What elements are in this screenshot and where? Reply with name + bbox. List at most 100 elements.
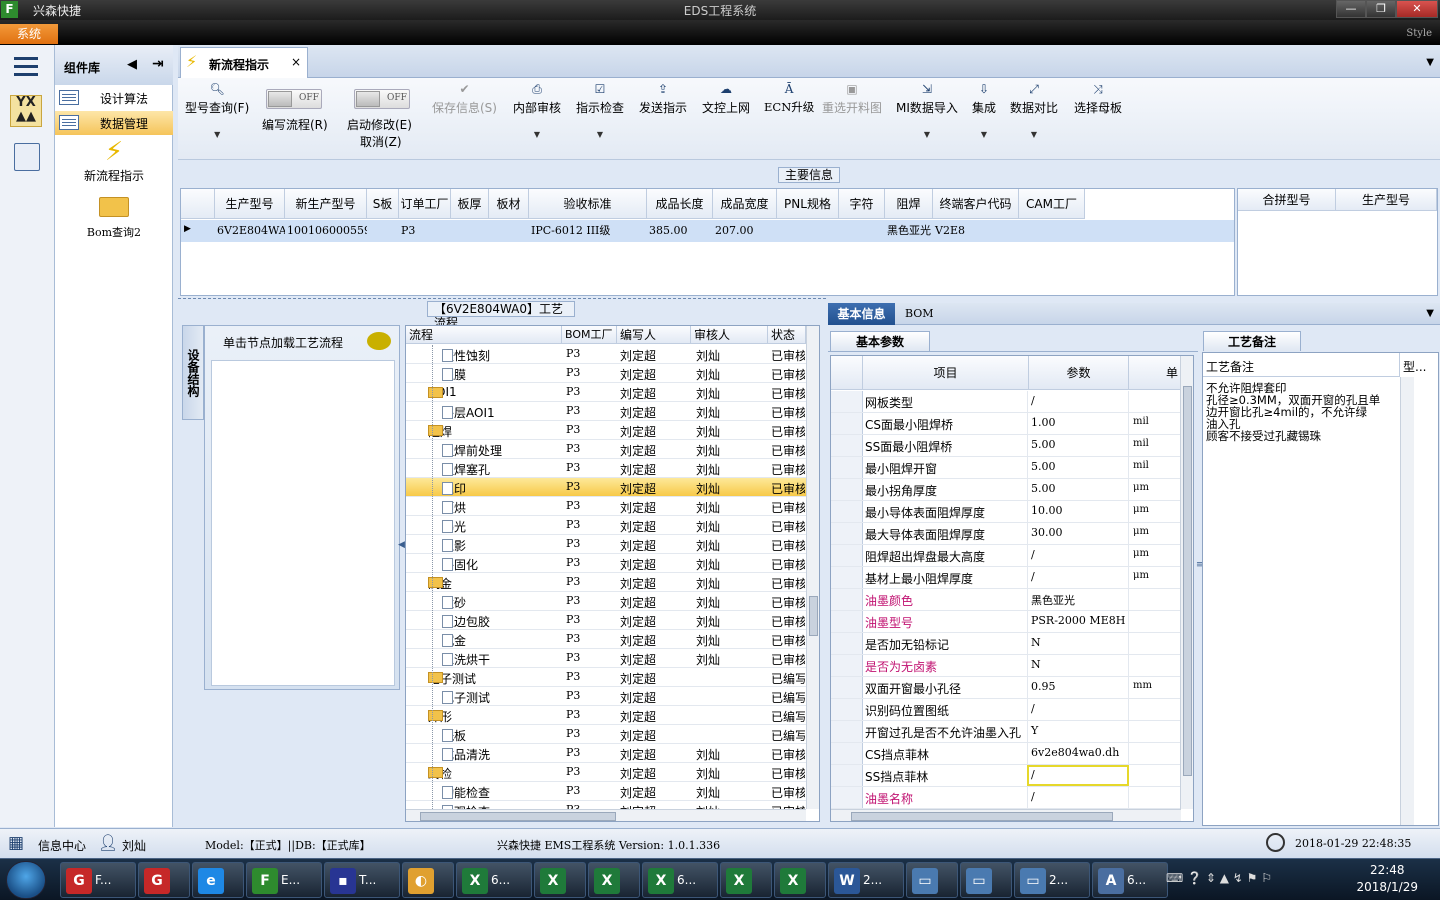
internal-review-button[interactable]: ⎙ 内部审核 ▼ bbox=[513, 82, 561, 139]
taskbar-item[interactable]: ▭ bbox=[960, 862, 1012, 898]
col-header-status[interactable]: 状态 bbox=[768, 326, 806, 344]
param-row[interactable]: 开窗过孔是否不允许油墨入孔 Y bbox=[831, 721, 1181, 743]
param-row[interactable]: 油墨型号 PSR-2000 ME8H bbox=[831, 611, 1181, 633]
col-header-s-board[interactable]: S板 bbox=[367, 189, 399, 219]
tab-basic-params[interactable]: 基本参数 bbox=[830, 331, 930, 351]
windows-start-icon[interactable] bbox=[6, 861, 46, 899]
tab-list-dropdown-icon[interactable]: ▼ bbox=[1426, 57, 1434, 68]
col-header-end-customer-code[interactable]: 终端客户代码 bbox=[933, 189, 1019, 219]
comp-item-bom-query[interactable]: Bom查询2 bbox=[55, 195, 173, 241]
taskbar-item[interactable]: X bbox=[774, 862, 826, 898]
table-row[interactable]: 显影 P3 刘定超 刘灿 已审核 bbox=[406, 535, 806, 554]
table-row[interactable]: 丝印 P3 刘定超 刘灿 已审核 bbox=[406, 478, 806, 497]
tree-group-row[interactable]: −外形P3刘定超已编写 bbox=[406, 706, 806, 725]
tab-list-dropdown-icon[interactable]: ▼ bbox=[1426, 308, 1434, 319]
param-value-cell[interactable] bbox=[1027, 699, 1129, 720]
table-row[interactable]: 退膜 P3 刘定超 刘灿 已审核 bbox=[406, 364, 806, 383]
cell-board-material[interactable] bbox=[489, 220, 529, 242]
cell-thickness[interactable] bbox=[451, 220, 489, 242]
doc-upload-button[interactable]: ☁ 文控上网 bbox=[702, 82, 750, 116]
col-header-finished-length[interactable]: 成品长度 bbox=[647, 189, 713, 219]
send-instruction-button[interactable]: ⇪ 发送指示 bbox=[639, 82, 687, 116]
hamburger-menu-icon[interactable] bbox=[14, 57, 38, 77]
table-row[interactable]: 终固化 P3 刘定超 刘灿 已审核 bbox=[406, 554, 806, 573]
cell-new-production-model[interactable]: 10010600055989 bbox=[285, 220, 367, 242]
col-header-acceptance-standard[interactable]: 验收标准 bbox=[529, 189, 647, 219]
tab-bom[interactable]: BOM bbox=[905, 307, 934, 320]
param-value-cell[interactable] bbox=[1027, 391, 1129, 412]
param-row[interactable]: 识别码位置图纸 / bbox=[831, 699, 1181, 721]
col-header-order-factory[interactable]: 订单工厂 bbox=[399, 189, 451, 219]
collapse-splitter-icon[interactable]: ◀ bbox=[398, 540, 405, 610]
style-label[interactable]: Style bbox=[1406, 28, 1432, 39]
chevron-down-icon[interactable]: ▼ bbox=[896, 130, 958, 139]
cancel-label[interactable]: 取消(Z) bbox=[360, 133, 402, 150]
cell-cam-factory[interactable] bbox=[1019, 220, 1085, 242]
comp-item-design-algorithm[interactable]: 设计算法 bbox=[55, 86, 173, 110]
col-header-board-material[interactable]: 板材 bbox=[489, 189, 529, 219]
col-header-bom-factory[interactable]: BOM工厂 bbox=[562, 326, 617, 344]
col-header-pnl-spec[interactable]: PNL规格 bbox=[777, 189, 839, 219]
table-row[interactable]: 水洗烘干 P3 刘定超 刘灿 已审核 bbox=[406, 649, 806, 668]
param-row[interactable]: 最小导体表面阻焊厚度 10.00 μm bbox=[831, 501, 1181, 523]
table-row[interactable]: 阻焊前处理 P3 刘定超 刘灿 已审核 bbox=[406, 440, 806, 459]
param-value-cell[interactable] bbox=[1027, 721, 1129, 742]
table-row[interactable]: 成品清洗 P3 刘定超 刘灿 已审核 bbox=[406, 744, 806, 763]
calculator-icon[interactable] bbox=[14, 143, 40, 171]
taskbar-item[interactable]: ◐ bbox=[402, 862, 454, 898]
table-row[interactable]: 曝光 P3 刘定超 刘灿 已审核 bbox=[406, 516, 806, 535]
table-row[interactable]: 喷砂 P3 刘定超 刘灿 已审核 bbox=[406, 592, 806, 611]
table-row[interactable]: 电子测试 P3 刘定超 已编写 bbox=[406, 687, 806, 706]
close-button[interactable]: ✕ bbox=[1396, 0, 1438, 18]
col-header-reviewer[interactable]: 审核人 bbox=[691, 326, 768, 344]
param-value-cell[interactable] bbox=[1027, 655, 1129, 676]
remarks-header-model[interactable]: 型... bbox=[1403, 358, 1426, 375]
col-header-unit[interactable]: 单 bbox=[1129, 356, 1181, 390]
close-tab-icon[interactable]: × bbox=[291, 55, 301, 69]
grid-apps-icon[interactable]: ▦ bbox=[8, 833, 24, 853]
param-row[interactable]: 网板类型 / bbox=[831, 391, 1181, 413]
chevron-down-icon[interactable]: ▼ bbox=[972, 130, 996, 139]
cell-pnl-spec[interactable] bbox=[777, 220, 839, 242]
collapse-left-icon[interactable]: ◀ bbox=[127, 57, 137, 72]
param-value-cell[interactable] bbox=[1027, 765, 1129, 786]
col-header-cam-factory[interactable]: CAM工厂 bbox=[1019, 189, 1085, 219]
pin-panel-icon[interactable]: ⇥ bbox=[152, 56, 164, 72]
param-value-cell[interactable] bbox=[1027, 545, 1129, 566]
col-header-merged-model[interactable]: 合拼型号 bbox=[1238, 189, 1336, 211]
reselect-cut-chart-button[interactable]: ▣ 重选开料图 bbox=[822, 82, 882, 116]
taskbar-item[interactable]: ▭ 2... bbox=[1014, 862, 1090, 898]
col-header-new-production-model[interactable]: 新生产型号 bbox=[285, 189, 367, 219]
col-header-character[interactable]: 字符 bbox=[839, 189, 885, 219]
splitter[interactable] bbox=[178, 298, 826, 300]
col-header-flow[interactable]: 流程 bbox=[406, 326, 562, 344]
enable-modify-toggle[interactable]: OFF bbox=[354, 89, 410, 109]
equipment-structure-tab[interactable]: 设备结构 bbox=[182, 325, 204, 420]
edit-flow-toggle[interactable]: OFF bbox=[266, 89, 322, 109]
load-area[interactable] bbox=[211, 360, 395, 686]
param-row[interactable]: 最大导体表面阻焊厚度 30.00 μm bbox=[831, 523, 1181, 545]
taskbar-item[interactable]: X bbox=[588, 862, 640, 898]
tree-group-row[interactable]: −终检P3刘定超刘灿已审核 bbox=[406, 763, 806, 782]
table-row[interactable]: 铣板 P3 刘定超 已编写 bbox=[406, 725, 806, 744]
table-row[interactable]: 沉金 P3 刘定超 刘灿 已审核 bbox=[406, 630, 806, 649]
minimize-button[interactable]: — bbox=[1336, 0, 1366, 18]
data-compare-button[interactable]: ⤢ 数据对比 ▼ bbox=[1010, 82, 1058, 139]
taskbar-item[interactable]: X bbox=[720, 862, 772, 898]
param-value-cell[interactable] bbox=[1027, 787, 1129, 808]
taskbar-item[interactable]: X bbox=[534, 862, 586, 898]
taskbar-item[interactable]: X 6... bbox=[456, 862, 532, 898]
param-row[interactable]: 油墨颜色 黑色亚光 bbox=[831, 589, 1181, 611]
tree-group-row[interactable]: −电子测试 P3 刘定超 已编写 bbox=[406, 668, 806, 687]
param-row[interactable]: 阻焊超出焊盘最大高度 / μm bbox=[831, 545, 1181, 567]
comp-item-new-flow[interactable]: ⚡ 新流程指示 bbox=[55, 137, 173, 189]
chevron-down-icon[interactable]: ▼ bbox=[185, 130, 249, 139]
tree-group-row[interactable]: −AOI1P3刘定超刘灿已审核 bbox=[406, 383, 806, 402]
chevron-down-icon[interactable]: ▼ bbox=[576, 130, 624, 139]
param-row[interactable]: 基材上最小阻焊厚度 / μm bbox=[831, 567, 1181, 589]
table-row[interactable]: 板边包胶 P3 刘定超 刘灿 已审核 bbox=[406, 611, 806, 630]
col-header-item[interactable]: 项目 bbox=[863, 356, 1029, 390]
col-header-thickness[interactable]: 板厚 bbox=[451, 189, 489, 219]
col-header-production-model[interactable]: 生产型号 bbox=[215, 189, 285, 219]
ecn-upgrade-button[interactable]: Ā ECN升级 bbox=[764, 82, 814, 115]
